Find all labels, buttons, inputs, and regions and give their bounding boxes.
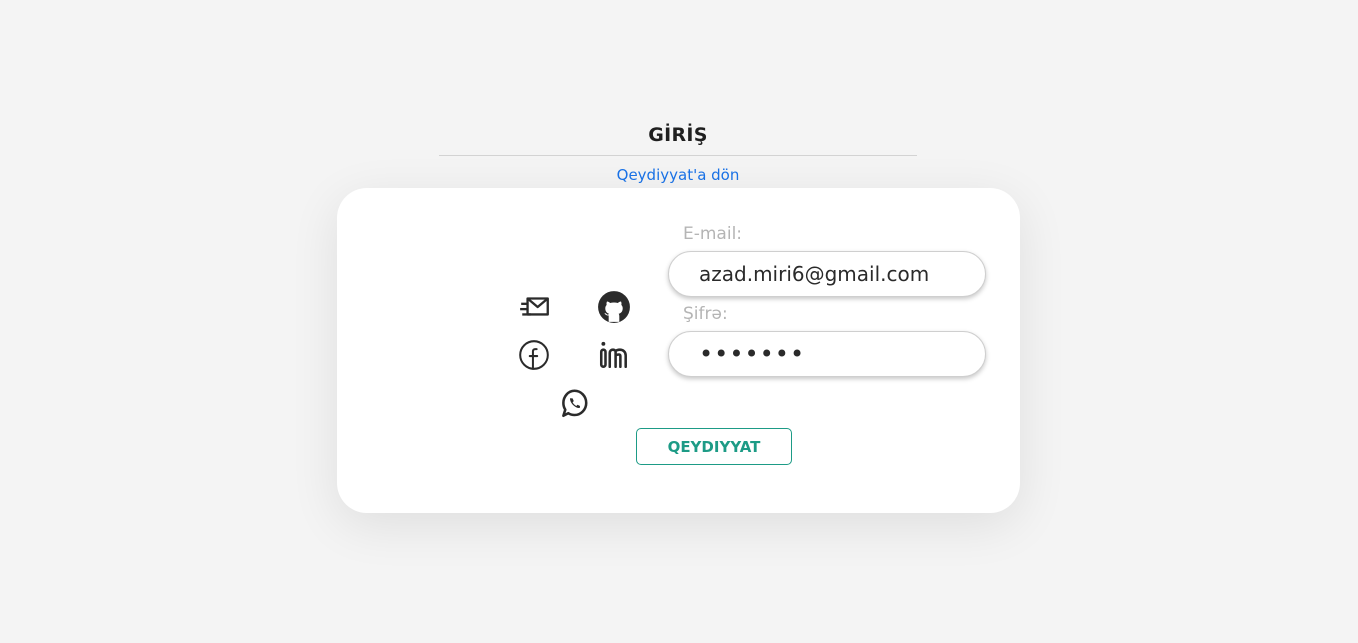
whatsapp-icon[interactable] <box>556 385 592 421</box>
login-card: E-mail: Şifrə: QEYDIYYAT <box>337 188 1020 513</box>
email-field[interactable] <box>668 251 986 297</box>
github-icon[interactable] <box>596 289 632 325</box>
email-icon[interactable] <box>517 289 553 325</box>
back-to-register-link[interactable]: Qeydiyyat'a dön <box>439 166 917 184</box>
password-field[interactable] <box>668 331 986 377</box>
register-button[interactable]: QEYDIYYAT <box>636 428 792 465</box>
title-divider <box>439 155 917 156</box>
linkedin-icon[interactable] <box>596 337 632 373</box>
facebook-icon[interactable] <box>516 337 552 373</box>
password-label: Şifrə: <box>683 304 728 324</box>
email-label: E-mail: <box>683 224 743 244</box>
page-title: GİRİŞ <box>648 124 708 146</box>
